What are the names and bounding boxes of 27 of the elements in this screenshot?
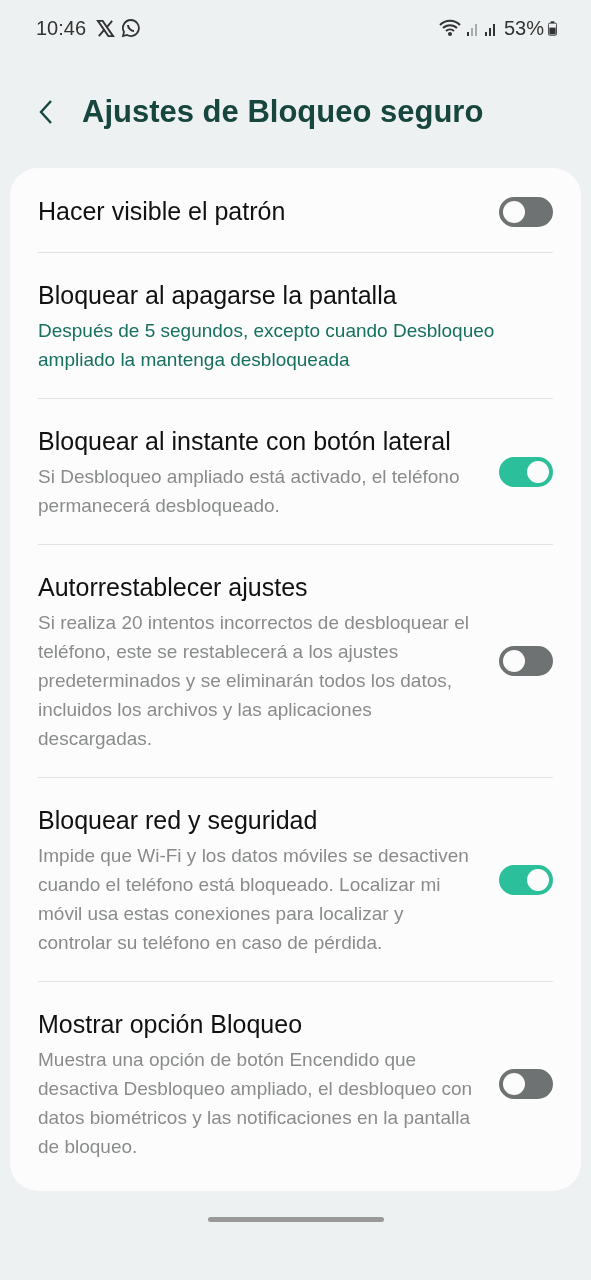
battery-percentage: 53% bbox=[503, 16, 544, 40]
setting-description: Si realiza 20 intentos incorrectos de desbloquear el teléfono, este se restablecerá a los ajustes predeterminados y se eliminarán todos los datos, incluidos los archivos y las aplicaciones descargadas. bbox=[38, 611, 470, 751]
setting-row[interactable]: Mostrar opción Bloqueo Muestra una opción de botón Encendido que desactiva Desbloqueo ampliado, el desbloqueo con datos biométricos y las notificaciones en la pantalla de bloqueo. bbox=[38, 982, 553, 1185]
toggle-switch[interactable] bbox=[499, 196, 553, 227]
toggle-switch[interactable] bbox=[499, 1068, 553, 1099]
page-title: Ajustes de Bloqueo seguro bbox=[82, 94, 484, 130]
setting-title: Mostrar opción Bloqueo bbox=[38, 1009, 304, 1040]
wifi-icon bbox=[437, 19, 462, 37]
clock: 10:46 bbox=[36, 16, 87, 40]
setting-row[interactable]: Bloquear al instante con botón lateral Si Desbloqueo ampliado está activado, el teléfono permanecerá desbloqueado. bbox=[38, 399, 553, 545]
setting-description: Después de 5 segundos, excepto cuando Desbloqueo ampliado la mantenga desbloqueada bbox=[38, 319, 496, 372]
toggle-switch[interactable] bbox=[499, 456, 553, 487]
setting-title: Bloquear red y seguridad bbox=[38, 805, 319, 836]
setting-title: Autorrestablecer ajustes bbox=[38, 572, 309, 603]
setting-description: Impide que Wi-Fi y los datos móviles se desactiven cuando el teléfono está bloqueado. Localizar mi móvil usa estas conexiones para localizar y controlar su teléfono en caso de pérdida. bbox=[38, 844, 470, 955]
chat-bubble-icon bbox=[121, 18, 142, 38]
toggle-switch[interactable] bbox=[499, 646, 553, 676]
setting-description: Muestra una opción de botón Encendido que desactiva Desbloqueo ampliado, el desbloqueo con datos biométricos y las notificaciones en la pantalla de bloqueo. bbox=[38, 1048, 474, 1159]
setting-row[interactable]: Bloquear al apagarse la pantalla Después de 5 segundos, excepto cuando Desbloqueo ampliado la mantenga desbloqueada bbox=[38, 253, 553, 399]
setting-title: Bloquear al apagarse la pantalla bbox=[38, 280, 398, 311]
setting-row[interactable]: Hacer visible el patrón bbox=[38, 172, 553, 253]
x-logo-icon bbox=[96, 18, 116, 38]
setting-title: Hacer visible el patrón bbox=[38, 196, 287, 227]
toggle-switch[interactable] bbox=[499, 864, 553, 895]
setting-title: Bloquear al instante con botón lateral bbox=[38, 426, 452, 457]
setting-description: Si Desbloqueo ampliado está activado, el teléfono permanecerá desbloqueado. bbox=[38, 465, 461, 518]
battery-icon bbox=[548, 20, 557, 36]
